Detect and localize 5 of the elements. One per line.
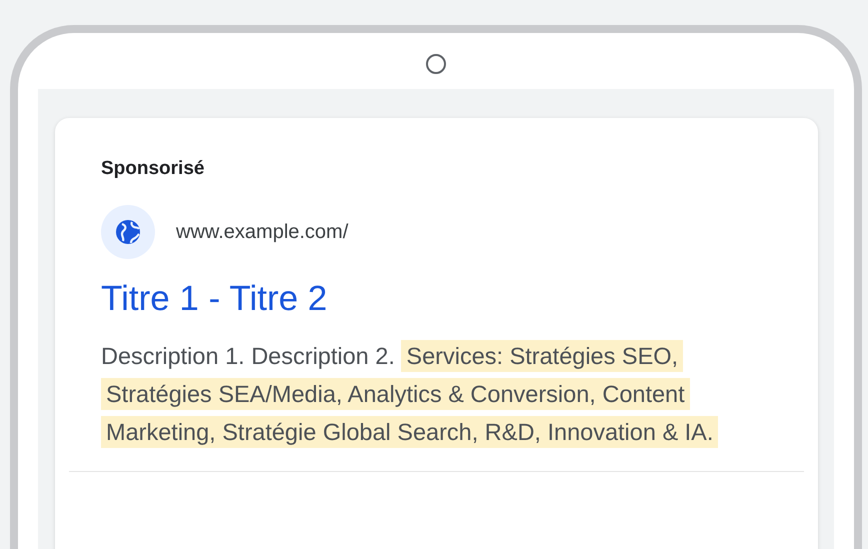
sponsored-label: Sponsorisé [101, 158, 206, 180]
globe-icon [101, 205, 155, 259]
ad-url[interactable]: www.example.com/ [176, 220, 348, 244]
ad-title[interactable]: Titre 1 - Titre 2 [101, 279, 788, 319]
camera-icon [425, 53, 447, 75]
